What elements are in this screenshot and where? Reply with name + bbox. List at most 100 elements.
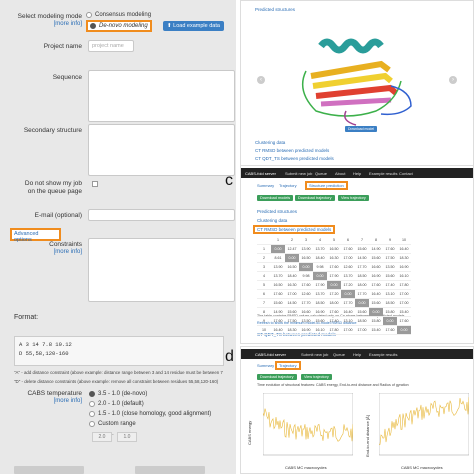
project-name-label: Project name	[43, 43, 82, 50]
nav-item[interactable]: Example results	[369, 171, 397, 176]
table-row: 10 16.40 18.30 16.90 16.10 17.80 17.00 17.00 15.…	[257, 325, 411, 335]
nav-item[interactable]: Submit new job	[285, 171, 312, 176]
custom-from-input[interactable]: 2.0	[92, 432, 112, 442]
table-row: 2 8.61 0.00 16.50 18.40 16.30 17.00 14.50 15.60 1…	[257, 253, 411, 263]
table-row: 1 0.00 12.47 13.90 13.70 16.50 17.60 15.60 14.90…	[257, 244, 411, 254]
table-cell: 15.60	[369, 298, 383, 308]
view-trajectory-button[interactable]: View trajectory	[338, 195, 369, 201]
load-example-button[interactable]: ⬆ Load example data	[163, 21, 224, 31]
custom-to-input[interactable]: 1.0	[117, 432, 137, 442]
table-cell: 17.60	[383, 325, 397, 335]
energy-plot	[262, 392, 354, 463]
nav-item[interactable]: Help	[353, 171, 361, 176]
download-models-button[interactable]: Download models	[257, 195, 294, 201]
table-cell: 13.50	[299, 316, 313, 326]
table-cell: 17.00	[285, 289, 299, 299]
job-submission-form: Select modeling mode [more info] Consens…	[0, 0, 236, 474]
tab-trajectory[interactable]: Trajectory	[275, 361, 301, 370]
table-cell: 3	[257, 262, 271, 272]
table-header-cell: 5	[327, 236, 341, 245]
table-cell: 15.80	[383, 307, 397, 317]
download-model-button[interactable]: Download model	[345, 126, 378, 132]
table-cell: 18.40	[313, 253, 327, 263]
rmsd-link[interactable]: CT RMSD between predicted models	[255, 148, 329, 153]
table-cell: 17.60	[299, 280, 313, 290]
nav-item[interactable]: Contact	[399, 171, 413, 176]
nav-brand[interactable]: CABS-fold server	[245, 171, 276, 176]
table-cell: 14.50	[355, 253, 369, 263]
nav-item[interactable]: Example results	[369, 352, 397, 357]
table-cell: 13.70	[341, 271, 355, 281]
format-line: D 55,58,120-160	[19, 350, 69, 357]
table-cell: 17.00	[341, 325, 355, 335]
table-header-cell: 2	[285, 236, 299, 245]
radio-consensus[interactable]: Consensus modeling	[86, 12, 151, 18]
temp-option-label: 3.5 - 1.0 (de-novo)	[98, 391, 148, 397]
protein-ribbon-image	[301, 38, 412, 126]
table-cell: 17.90	[327, 271, 341, 281]
secondary-structure-textarea[interactable]	[88, 124, 235, 176]
table-cell: 16.90	[369, 271, 383, 281]
table-cell: 16.30	[327, 253, 341, 263]
table-cell: 8	[257, 307, 271, 317]
nav-item[interactable]: Queue	[315, 171, 327, 176]
tab-summary[interactable]: Summary	[257, 183, 274, 188]
email-input[interactable]	[88, 209, 235, 221]
clustering-link[interactable]: Clustering data	[257, 218, 287, 223]
constraints-more-info[interactable]: [more info]	[30, 249, 82, 255]
radio-dot[interactable]	[89, 401, 95, 407]
table-cell: 15.60	[285, 307, 299, 317]
nav-item[interactable]: Submit new job	[301, 352, 328, 357]
temperature-more-info[interactable]: [more info]	[30, 398, 82, 404]
temp-denovo[interactable]: 3.5 - 1.0 (de-novo)	[89, 391, 147, 397]
tab-summary[interactable]: Summary	[257, 363, 274, 368]
temp-homology[interactable]: 1.5 - 1.0 (close homology, good alignmen…	[89, 411, 211, 417]
clustering-link[interactable]: Clustering data	[255, 140, 285, 145]
advanced-options-box[interactable]: Advanced options	[10, 228, 61, 243]
radio-dot[interactable]	[89, 411, 95, 417]
table-cell: 18.30	[397, 253, 411, 263]
donotshow-checkbox[interactable]	[92, 181, 98, 187]
energy-xlabel: CABS MC macrocycles	[285, 465, 327, 470]
table-cell: 16.60	[299, 307, 313, 317]
table-cell: 16.50	[327, 244, 341, 254]
temperature-label: CABS temperature	[27, 390, 82, 397]
tab-trajectory[interactable]: Trajectory	[279, 183, 297, 188]
tab-structure-prediction[interactable]: Structure prediction	[305, 181, 348, 190]
download-trajectory-button[interactable]: Download trajectory	[295, 195, 335, 201]
table-cell: 16.40	[271, 325, 285, 335]
navbar: CABS-fold server Submit new job Queue He…	[241, 349, 473, 359]
table-cell: 12.60	[341, 262, 355, 272]
table-cell: 1	[257, 244, 271, 254]
radio-dot[interactable]	[86, 12, 92, 18]
sequence-textarea[interactable]	[88, 70, 235, 122]
more-info-link[interactable]: [more info]	[30, 21, 82, 27]
table-cell: 17.20	[327, 289, 341, 299]
nav-brand[interactable]: CABS-fold server	[255, 352, 286, 357]
project-name-input[interactable]: project name	[88, 40, 134, 52]
predicted-structures-link[interactable]: Predicted structures	[257, 209, 297, 214]
submit-button[interactable]	[14, 466, 84, 474]
temp-custom[interactable]: Custom range	[89, 421, 136, 427]
donotshow-label-line1: Do not show my job	[24, 180, 82, 187]
table-cell: 16.40	[369, 289, 383, 299]
reset-button[interactable]	[135, 466, 205, 474]
view-trajectory-button[interactable]: View trajectory	[301, 374, 332, 380]
table-header-cell: 9	[383, 236, 397, 245]
qdt-link[interactable]: CT QDT_TS between predicted models	[255, 156, 334, 161]
rmsd-link-highlight[interactable]: CT RMSD between predicted models	[253, 225, 336, 234]
nav-item[interactable]: Help	[353, 352, 361, 357]
nav-item[interactable]: Queue	[333, 352, 345, 357]
table-cell: 8.61	[271, 253, 285, 263]
radio-dot-selected[interactable]	[90, 23, 96, 29]
format-example: A 3 14 7.8 10.12 D 55,58,120-160	[14, 336, 224, 366]
table-header-cell: 10	[397, 236, 411, 245]
download-trajectory-button[interactable]: Download trajectory	[257, 374, 297, 380]
radio-dot[interactable]	[89, 421, 95, 427]
constraints-textarea[interactable]	[88, 238, 235, 302]
radio-dot-selected[interactable]	[89, 391, 95, 397]
table-cell: 16.50	[271, 280, 285, 290]
nav-item[interactable]: About	[335, 171, 345, 176]
radio-denovo[interactable]: De-novo modeling	[86, 20, 152, 32]
temp-default[interactable]: 2.0 - 1.0 (default)	[89, 401, 144, 407]
